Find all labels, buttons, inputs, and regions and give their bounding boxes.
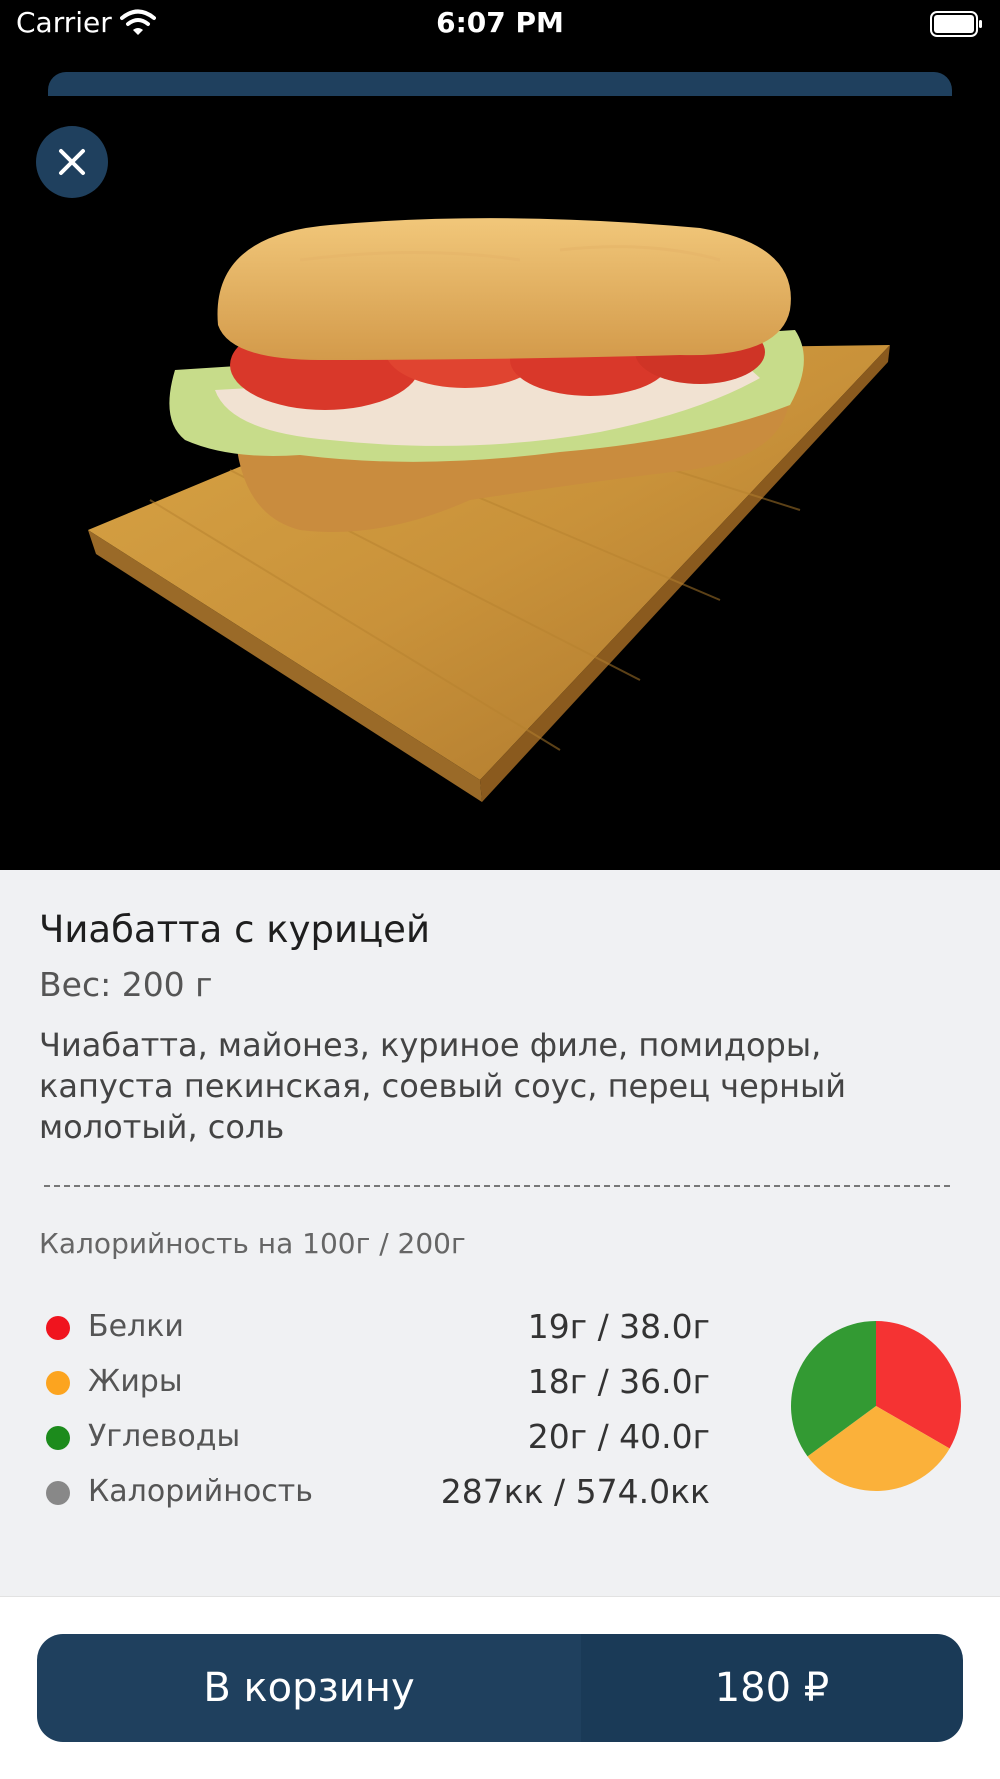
nutrition-heading: Калорийность на 100г / 200г <box>39 1227 466 1260</box>
product-description: Чиабатта, майонез, куриное филе, помидор… <box>39 1026 847 1146</box>
cart-price: 180 ₽ <box>581 1634 963 1742</box>
nutrient-label: Углеводы <box>88 1419 241 1454</box>
nutrient-value: 19г / 38.0г <box>527 1307 710 1346</box>
close-icon <box>59 149 85 175</box>
add-to-cart-button[interactable]: В корзину 180 ₽ <box>37 1634 963 1742</box>
nutrient-row-calories: Калорийность 287кк / 574.0кк <box>0 1468 720 1518</box>
status-time: 6:07 PM <box>436 6 564 39</box>
cart-button-label: В корзину <box>37 1634 581 1742</box>
nutrient-value: 287кк / 574.0кк <box>440 1472 710 1511</box>
nutrient-label: Калорийность <box>88 1474 313 1509</box>
carbs-dot <box>46 1426 70 1450</box>
nutrient-row-fat: Жиры 18г / 36.0г <box>0 1358 720 1408</box>
product-title: Чиабатта с курицей <box>39 908 430 951</box>
close-button[interactable] <box>36 126 108 198</box>
nutrition-pie-chart <box>791 1321 961 1491</box>
nutrient-row-protein: Белки 19г / 38.0г <box>0 1303 720 1353</box>
battery-icon <box>930 11 982 37</box>
nutrient-label: Жиры <box>88 1364 183 1399</box>
nutrient-value: 20г / 40.0г <box>527 1417 710 1456</box>
product-info: Чиабатта с курицей Вес: 200 г Чиабатта, … <box>0 870 1000 1596</box>
product-image <box>0 60 1000 870</box>
calories-dot <box>46 1481 70 1505</box>
bottom-bar: В корзину 180 ₽ <box>0 1596 1000 1779</box>
status-bar: Carrier 6:07 PM <box>0 0 1000 60</box>
nutrient-row-carbs: Углеводы 20г / 40.0г <box>0 1413 720 1463</box>
fat-dot <box>46 1371 70 1395</box>
protein-dot <box>46 1316 70 1340</box>
divider <box>44 1185 950 1187</box>
nutrient-value: 18г / 36.0г <box>527 1362 710 1401</box>
sandwich-illustration <box>88 218 890 802</box>
product-weight: Вес: 200 г <box>39 965 213 1004</box>
nutrient-label: Белки <box>88 1309 184 1344</box>
